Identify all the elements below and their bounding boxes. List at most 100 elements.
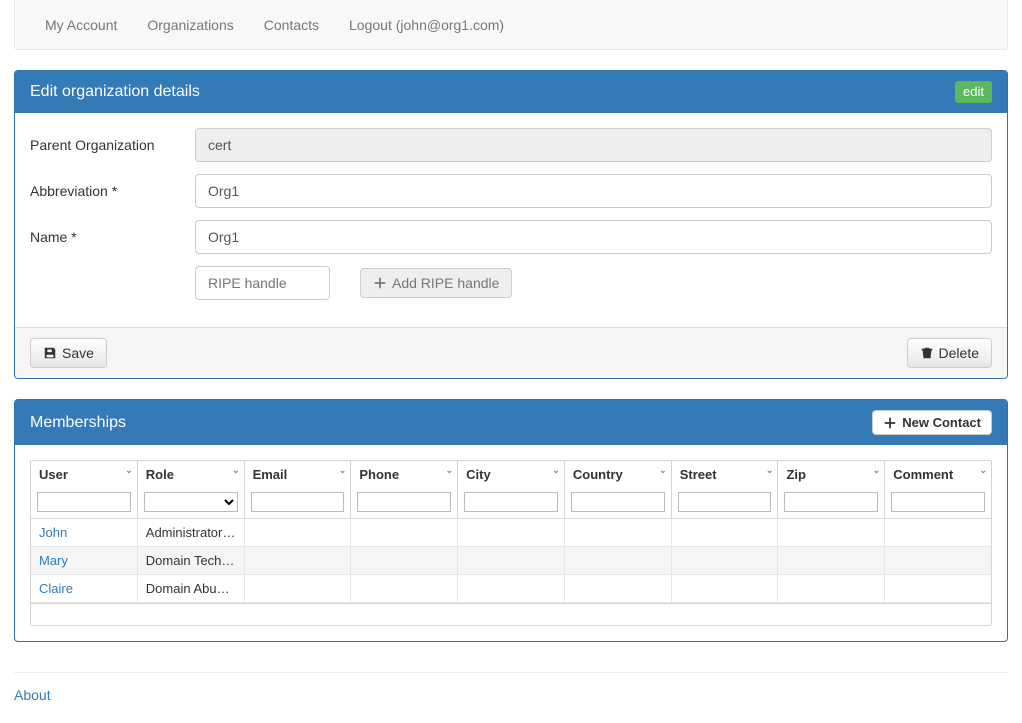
filter-zip-input[interactable] [784,492,878,512]
abbreviation-input[interactable] [195,174,992,208]
filter-comment-input[interactable] [891,492,985,512]
chevron-down-icon[interactable]: ⌄ [552,465,560,476]
cell-street [672,547,779,574]
filter-phone-input[interactable] [357,492,451,512]
col-email-label: Email [253,467,288,482]
footer-divider [14,672,1008,673]
chevron-down-icon[interactable]: ⌄ [125,465,133,476]
cell-country [565,547,672,574]
col-comment-label: Comment [893,467,953,482]
panel-title: Edit organization details [30,83,200,101]
col-city-header[interactable]: City ⌄ [458,461,564,488]
cell-street [672,519,779,546]
col-email-header[interactable]: Email ⌄ [245,461,351,488]
trash-icon [920,346,934,360]
cell-role: Domain Abuse ... [138,575,245,602]
col-street-label: Street [680,467,717,482]
grid-body: John Administrator O... Mary Domain Tech… [31,519,991,603]
plus-icon [373,276,387,290]
cell-comment [885,575,991,602]
cell-city [458,547,565,574]
edit-org-footer: Save Delete [15,327,1007,378]
col-user-header[interactable]: User ⌄ [31,461,137,488]
cell-zip [778,519,885,546]
save-label: Save [62,345,94,361]
cell-country [565,575,672,602]
filter-role-select[interactable] [144,492,238,512]
chevron-down-icon[interactable]: ⌄ [873,465,881,476]
cell-street [672,575,779,602]
about-link[interactable]: About [14,687,51,703]
memberships-heading: Memberships New Contact [15,400,1007,445]
filter-email-input[interactable] [251,492,345,512]
col-role-header[interactable]: Role ⌄ [138,461,244,488]
table-row[interactable]: Mary Domain Techni... [31,547,991,575]
user-link[interactable]: Claire [39,581,73,596]
user-link[interactable]: Mary [39,553,68,568]
cell-city [458,519,565,546]
parent-org-input [195,128,992,162]
col-phone-header[interactable]: Phone ⌄ [351,461,457,488]
memberships-grid-wrap: User ⌄ Role ⌄ Email [15,445,1007,641]
delete-label: Delete [939,345,979,361]
chevron-down-icon[interactable]: ⌄ [232,465,240,476]
cell-city [458,575,565,602]
name-input[interactable] [195,220,992,254]
new-contact-button[interactable]: New Contact [872,410,992,435]
col-country-label: Country [573,467,623,482]
table-row[interactable]: John Administrator O... [31,519,991,547]
nav-organizations[interactable]: Organizations [132,17,248,33]
save-icon [43,346,57,360]
col-city-label: City [466,467,491,482]
delete-button[interactable]: Delete [907,338,992,368]
top-navbar: My Account Organizations Contacts Logout… [14,0,1008,50]
nav-logout[interactable]: Logout (john@org1.com) [334,17,519,33]
filter-user-input[interactable] [37,492,131,512]
col-comment-header[interactable]: Comment ⌄ [885,461,991,488]
chevron-down-icon[interactable]: ⌄ [979,465,987,476]
col-country-header[interactable]: Country ⌄ [565,461,671,488]
edit-badge[interactable]: edit [955,81,992,103]
edit-org-form: Parent Organization Abbreviation * Name … [15,113,1007,327]
chevron-down-icon[interactable]: ⌄ [446,465,454,476]
add-ripe-label: Add RIPE handle [392,275,499,291]
cell-comment [885,547,991,574]
parent-org-label: Parent Organization [30,137,195,153]
memberships-panel: Memberships New Contact User ⌄ [14,399,1008,642]
table-row[interactable]: Claire Domain Abuse ... [31,575,991,603]
chevron-down-icon[interactable]: ⌄ [766,465,774,476]
filter-city-input[interactable] [464,492,558,512]
cell-zip [778,547,885,574]
cell-phone [351,519,458,546]
cell-phone [351,547,458,574]
cell-email [245,519,352,546]
cell-email [245,547,352,574]
panel-title: Memberships [30,414,126,432]
cell-zip [778,575,885,602]
col-role-label: Role [146,467,174,482]
col-street-header[interactable]: Street ⌄ [672,461,778,488]
nav-my-account[interactable]: My Account [30,17,132,33]
edit-org-panel: Edit organization details edit Parent Or… [14,70,1008,379]
col-phone-label: Phone [359,467,399,482]
add-ripe-handle-button[interactable]: Add RIPE handle [360,268,512,298]
cell-comment [885,519,991,546]
ripe-handle-input[interactable] [195,266,330,300]
plus-icon [883,416,897,430]
col-zip-label: Zip [786,467,806,482]
new-contact-label: New Contact [902,415,981,430]
cell-email [245,575,352,602]
nav-contacts[interactable]: Contacts [249,17,334,33]
save-button[interactable]: Save [30,338,107,368]
cell-role: Domain Techni... [138,547,245,574]
col-zip-header[interactable]: Zip ⌄ [778,461,884,488]
chevron-down-icon[interactable]: ⌄ [659,465,667,476]
col-user-label: User [39,467,68,482]
filter-country-input[interactable] [571,492,665,512]
filter-street-input[interactable] [678,492,772,512]
chevron-down-icon[interactable]: ⌄ [339,465,347,476]
cell-country [565,519,672,546]
grid-footer [31,603,991,625]
cell-phone [351,575,458,602]
user-link[interactable]: John [39,525,67,540]
